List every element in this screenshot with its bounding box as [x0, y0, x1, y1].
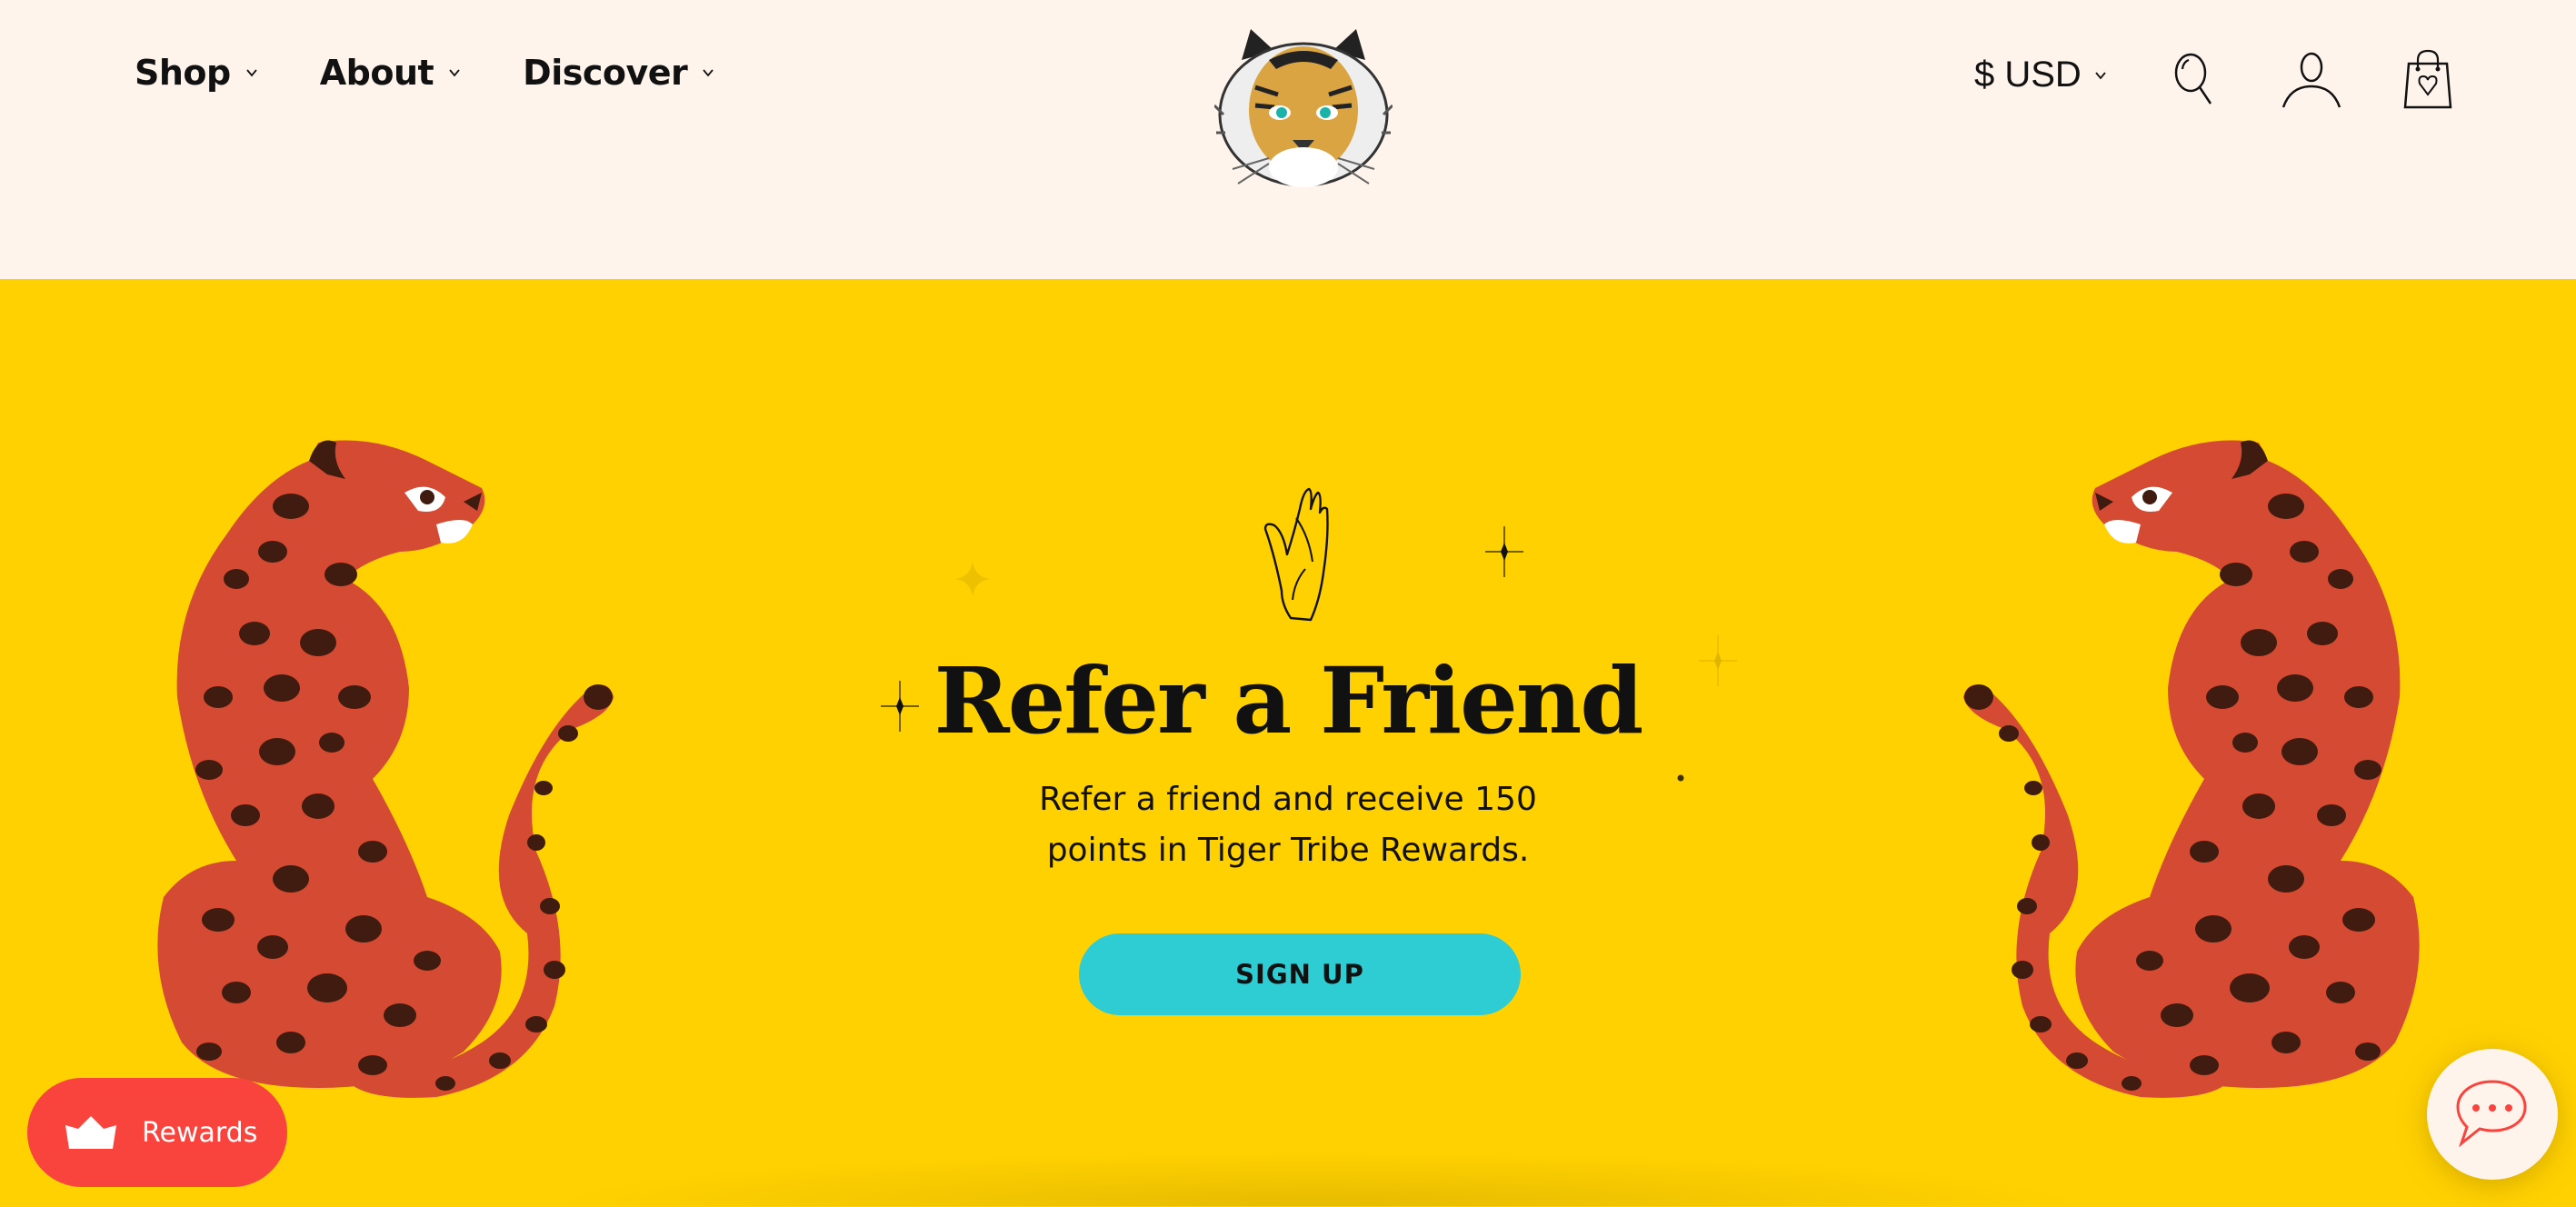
account-icon[interactable] — [2281, 49, 2341, 109]
nav-about-label: About — [319, 53, 434, 93]
nav-shop[interactable]: Shop — [135, 53, 258, 93]
chevron-down-icon — [703, 69, 714, 77]
section-shadow — [545, 1152, 2091, 1206]
hero-subtitle-line-1: Refer a friend and receive 150 — [1039, 781, 1537, 818]
refer-hero: Refer a Friend Refer a friend and receiv… — [0, 279, 2576, 1207]
chat-bubble-icon — [2456, 1080, 2527, 1148]
chevron-down-icon — [246, 69, 257, 77]
sparkle-icon — [954, 561, 991, 597]
nav-discover[interactable]: Discover — [523, 53, 714, 93]
hero-title: Refer a Friend — [934, 647, 1644, 754]
nav-discover-label: Discover — [523, 53, 688, 93]
sparkle-icon — [1485, 526, 1523, 577]
rewards-label: Rewards — [142, 1116, 258, 1149]
chevron-down-icon — [2095, 71, 2106, 79]
search-icon[interactable] — [2169, 49, 2225, 105]
chevron-down-icon — [449, 69, 460, 77]
currency-selector[interactable]: $ USD — [1974, 55, 2107, 95]
sign-up-button[interactable]: SIGN UP — [1079, 933, 1521, 1015]
currency-label: $ USD — [1974, 55, 2082, 95]
main-nav: Shop About Discover — [135, 53, 776, 93]
rewards-launcher[interactable]: Rewards — [27, 1078, 287, 1187]
chat-launcher[interactable] — [2427, 1049, 2558, 1180]
nav-about[interactable]: About — [320, 53, 461, 93]
site-header: Shop About Discover $ USD — [0, 0, 2576, 279]
shopping-bag-heart-icon[interactable] — [2400, 49, 2456, 109]
crown-icon — [65, 1116, 116, 1149]
hand-icon — [1263, 487, 1329, 622]
hero-subtitle: Refer a friend and receive 150 points in… — [0, 774, 2576, 876]
hero-subtitle-line-2: points in Tiger Tribe Rewards. — [1046, 832, 1530, 869]
nav-shop-label: Shop — [135, 53, 231, 93]
tiger-logo[interactable] — [1214, 24, 1393, 195]
